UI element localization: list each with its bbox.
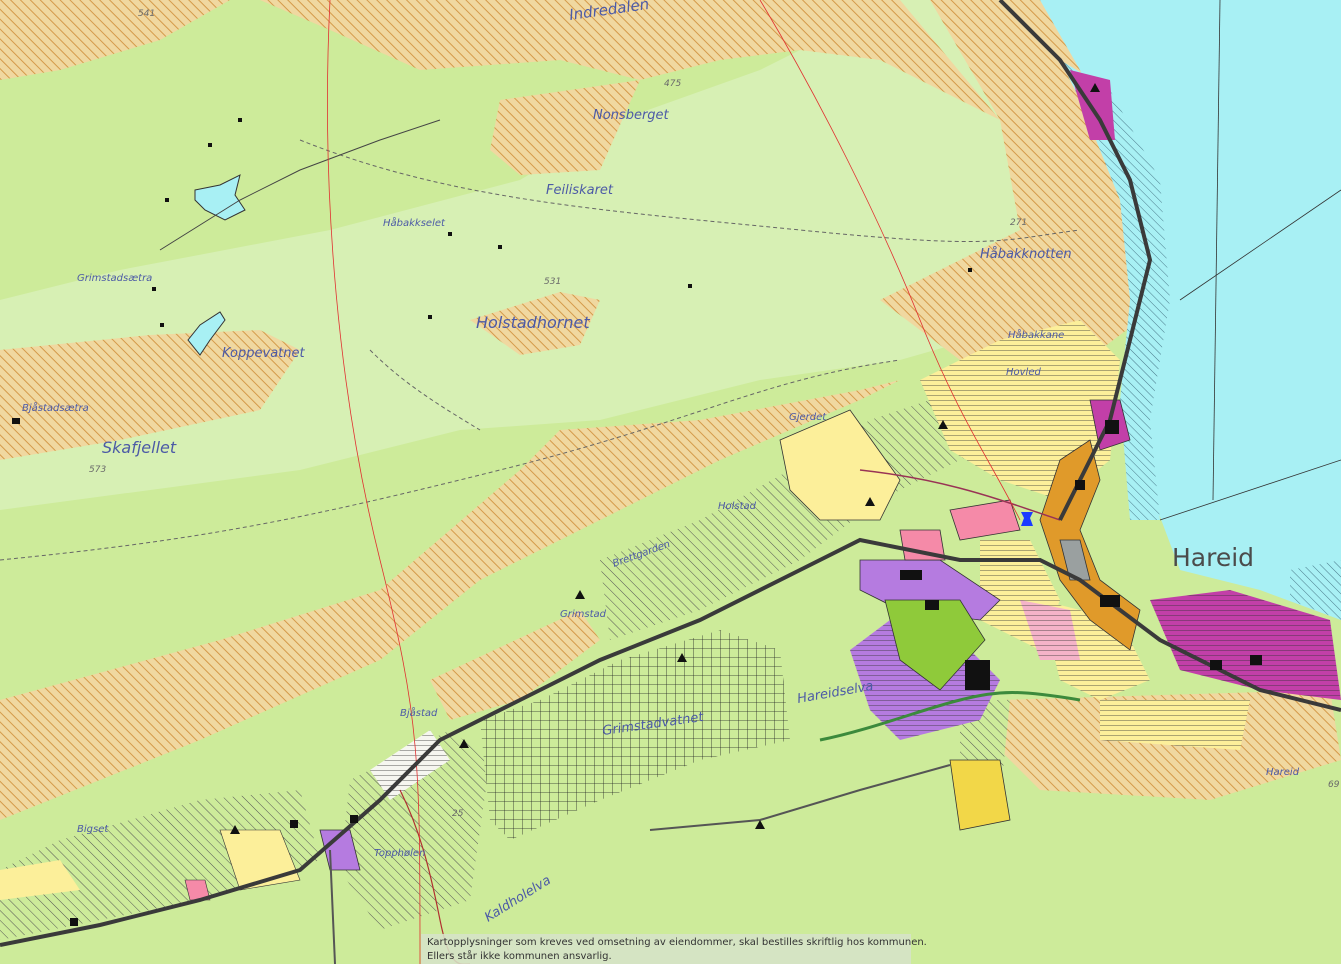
map-disclaimer: Kartopplysninger som kreves ved omsetnin… bbox=[421, 934, 927, 964]
label-bigset: Bigset bbox=[77, 824, 109, 835]
label-hareid-small: Hareid bbox=[1266, 767, 1300, 778]
elevation-531: 531 bbox=[544, 277, 561, 287]
label-hareid: Hareid bbox=[1172, 543, 1254, 572]
label-habakkselet: Håbakkselet bbox=[383, 216, 446, 229]
zoning-map[interactable]: Indredalen Nonsberget Feiliskaret Håbakk… bbox=[0, 0, 1341, 964]
disclaimer-line-1: Kartopplysninger som kreves ved omsetnin… bbox=[427, 937, 927, 948]
elevation-475: 475 bbox=[664, 79, 681, 89]
label-grimstad: Grimstad bbox=[560, 609, 607, 620]
label-skafjellet: Skafjellet bbox=[102, 438, 177, 457]
label-habakknotten: Håbakknotten bbox=[980, 247, 1072, 262]
label-bjastadsaetra: Bjåstadsætra bbox=[22, 401, 89, 414]
yellow-plot-south bbox=[949, 759, 1011, 831]
label-gjerdet: Gjerdet bbox=[789, 412, 827, 423]
label-holstadhornet: Holstadhornet bbox=[476, 313, 590, 332]
elevation-271: 271 bbox=[1010, 218, 1027, 228]
label-feiliskaret: Feiliskaret bbox=[546, 183, 614, 198]
elevation-541: 541 bbox=[138, 9, 155, 19]
elevation-25: 25 bbox=[452, 809, 464, 819]
elevation-573: 573 bbox=[89, 465, 106, 475]
label-holstad: Holstad bbox=[718, 501, 757, 512]
elevation-69: 69 bbox=[1328, 780, 1340, 790]
label-grimstadsaetra: Grimstadsætra bbox=[77, 273, 152, 284]
label-hovled: Hovled bbox=[1006, 367, 1041, 378]
map-canvas[interactable]: Indredalen Nonsberget Feiliskaret Håbakk… bbox=[0, 0, 1341, 964]
label-koppevatnet: Koppevatnet bbox=[222, 346, 306, 361]
label-nonsberget: Nonsberget bbox=[593, 108, 670, 123]
label-habakkane: Håbakkane bbox=[1008, 328, 1064, 341]
disclaimer-line-2: Ellers står ikke kommunen ansvarlig. bbox=[427, 951, 612, 962]
label-bjastad: Bjåstad bbox=[400, 706, 438, 719]
label-topphollen: Topphølen bbox=[374, 848, 425, 859]
